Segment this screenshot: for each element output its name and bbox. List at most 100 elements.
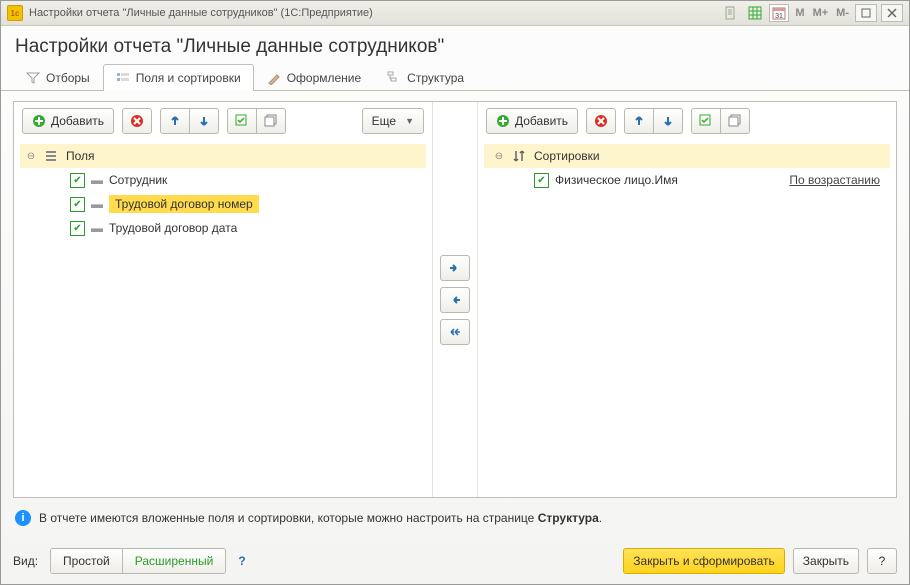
sort-order-link[interactable]: По возрастанию [789,173,880,187]
add-label: Добавить [515,114,568,128]
info-text-bold: Структура [538,511,599,525]
uncheck-all-button[interactable] [721,108,750,134]
plus-icon [496,114,510,128]
fields-icon [116,71,130,85]
plus-icon [32,114,46,128]
field-icon: ▬ [91,173,103,187]
arrow-up-icon [633,115,645,127]
add-sort-button[interactable]: Добавить [486,108,578,134]
tab-formatting[interactable]: Оформление [254,64,374,91]
tabs: Отборы Поля и сортировки Оформление Стру… [1,64,909,91]
uncheck-all-icon [728,114,742,128]
add-field-button[interactable]: Добавить [22,108,114,134]
more-label: Еще [372,114,396,128]
field-label: Трудовой договор номер [109,195,259,213]
uncheck-all-button[interactable] [257,108,286,134]
field-icon: ▬ [91,197,103,211]
help-button[interactable]: ? [867,548,897,574]
checkbox[interactable]: ✔ [70,197,85,212]
sort-panel: Добавить [478,102,896,497]
window-title: Настройки отчета "Личные данные сотрудни… [29,7,721,19]
move-up-button[interactable] [624,108,654,134]
footer: Вид: Простой Расширенный ? Закрыть и сфо… [1,540,909,584]
check-all-icon [699,114,713,128]
collapse-icon[interactable]: ⊖ [492,151,506,162]
check-all-button[interactable] [227,108,257,134]
checkbox[interactable]: ✔ [70,173,85,188]
tab-fields-sort[interactable]: Поля и сортировки [103,64,254,91]
field-label: Трудовой договор дата [109,221,237,235]
arrow-down-icon [198,115,210,127]
field-row[interactable]: ✔ ▬ Сотрудник [20,168,426,192]
add-label: Добавить [51,114,104,128]
info-text-pre: В отчете имеются вложенные поля и сортир… [39,511,538,525]
tab-structure[interactable]: Структура [374,64,477,91]
transfer-divider [432,102,478,497]
fields-root-row[interactable]: ⊖ Поля [20,144,426,168]
page-title: Настройки отчета "Личные данные сотрудни… [1,26,909,64]
sort-tree[interactable]: ⊖ Сортировки ✔ Физическое лицо.Имя По во… [478,140,896,497]
move-down-button[interactable] [654,108,683,134]
view-simple-option[interactable]: Простой [51,549,123,573]
move-up-button[interactable] [160,108,190,134]
close-and-form-button[interactable]: Закрыть и сформировать [623,548,785,574]
delete-sort-button[interactable] [586,108,616,134]
fields-toolbar: Добавить [14,102,432,140]
sort-icon [512,149,528,163]
info-icon: i [15,510,31,526]
sort-field-label: Физическое лицо.Имя [555,173,783,187]
checkbox[interactable]: ✔ [70,221,85,236]
more-button[interactable]: Еще ▼ [362,108,424,134]
move-all-left-button[interactable] [440,319,470,345]
fields-panel: Добавить [14,102,432,497]
field-row[interactable]: ✔ ▬ Трудовой договор дата [20,216,426,240]
tab-label: Отборы [46,71,90,85]
sort-toolbar: Добавить [478,102,896,140]
view-mode-toggle: Простой Расширенный [50,548,226,574]
info-text-post: . [599,511,602,525]
dropdown-icon: ▼ [405,116,414,126]
sort-row[interactable]: ✔ Физическое лицо.Имя По возрастанию [484,168,890,192]
view-label: Вид: [13,554,38,568]
collapse-icon[interactable]: ⊖ [24,151,38,162]
app-icon: 1c [7,5,23,21]
info-bar: i В отчете имеются вложенные поля и сорт… [13,506,897,530]
close-window-button[interactable] [881,4,903,22]
help-link[interactable]: ? [238,554,245,568]
tab-label: Структура [407,71,464,85]
view-advanced-option[interactable]: Расширенный [123,549,226,573]
delete-icon [594,114,608,128]
tab-filters[interactable]: Отборы [13,64,103,91]
tab-label: Оформление [287,71,361,85]
fields-root-label: Поля [66,149,95,163]
move-down-button[interactable] [190,108,219,134]
titlebar: 1c Настройки отчета "Личные данные сотру… [1,1,909,26]
m-plus-button[interactable]: M+ [811,7,831,19]
maximize-button[interactable] [855,4,877,22]
field-row-selected[interactable]: ✔ ▬ Трудовой договор номер [20,192,426,216]
arrow-right-icon [448,262,462,274]
field-label: Сотрудник [109,173,167,187]
move-left-button[interactable] [440,287,470,313]
checkbox[interactable]: ✔ [534,173,549,188]
delete-field-button[interactable] [122,108,152,134]
check-all-icon [235,114,249,128]
uncheck-all-icon [264,114,278,128]
delete-icon [130,114,144,128]
structure-icon [387,71,401,85]
arrow-up-icon [169,115,181,127]
move-right-button[interactable] [440,255,470,281]
calendar-icon[interactable]: 31 [769,4,789,22]
m-minus-button[interactable]: M- [834,7,851,19]
calc-icon[interactable] [745,4,765,22]
arrow-double-left-icon [448,326,462,338]
field-icon: ▬ [91,221,103,235]
check-all-button[interactable] [691,108,721,134]
sort-root-row[interactable]: ⊖ Сортировки [484,144,890,168]
doc-icon[interactable] [721,4,741,22]
fields-tree[interactable]: ⊖ Поля ✔ ▬ Сотрудник ✔ ▬ Трудов [14,140,432,497]
m-button[interactable]: M [793,7,806,19]
close-button[interactable]: Закрыть [793,548,859,574]
svg-text:31: 31 [776,13,784,20]
info-text: В отчете имеются вложенные поля и сортир… [39,511,602,525]
